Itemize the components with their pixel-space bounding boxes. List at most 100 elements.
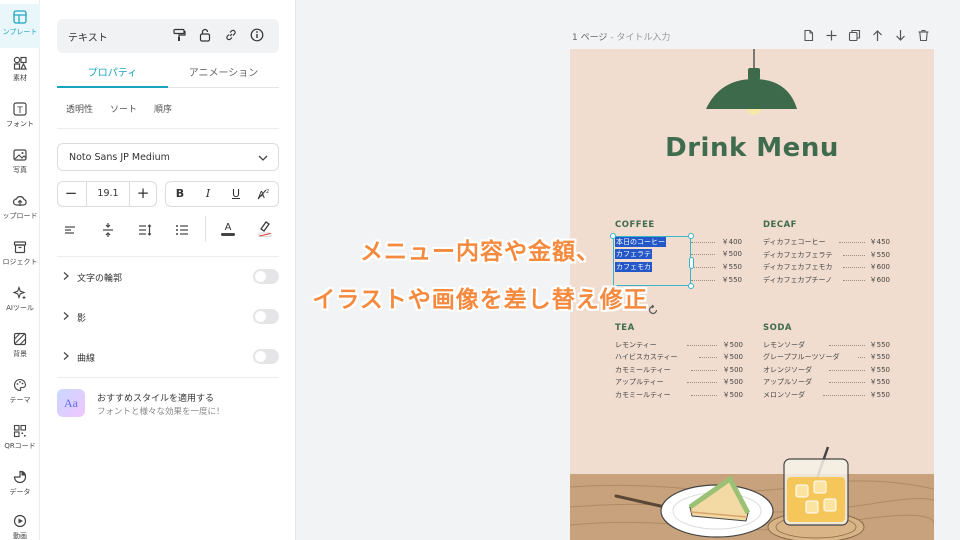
chart-icon — [13, 470, 27, 484]
rail-theme[interactable]: テーマ — [0, 372, 40, 416]
section-title-soda[interactable]: SODA — [763, 323, 792, 333]
curve-row[interactable]: 曲線 — [57, 347, 279, 367]
rail-data[interactable]: データ — [0, 464, 40, 508]
curve-toggle[interactable] — [253, 349, 279, 364]
leader-dots — [829, 382, 865, 383]
menu-item[interactable]: ハイビスカスティー ￥500 — [615, 352, 743, 364]
rail-qr-code[interactable]: QRコード — [0, 418, 40, 462]
chevron-right-icon — [63, 352, 69, 360]
panel-tabs: プロパティ アニメーション — [57, 58, 279, 88]
caption-line-2: イラストや画像を差し替え修正 — [312, 287, 648, 313]
arrow-down-icon[interactable] — [894, 29, 907, 42]
item-name: ハイビスカスティー — [615, 353, 678, 361]
page-label[interactable]: 1 ページ - タイトル入力 — [572, 30, 670, 43]
tab-animation[interactable]: アニメーション — [168, 64, 279, 79]
canvas-area: 1 ページ - タイトル入力 Drink Menu COFFEE 本日のコーヒー… — [297, 0, 960, 540]
lock-icon[interactable] — [197, 27, 213, 43]
tab-properties[interactable]: プロパティ — [57, 64, 168, 79]
font-family-value: Noto Sans JP Medium — [69, 152, 170, 163]
rail-photos[interactable]: 写真 — [0, 142, 40, 186]
divider — [57, 128, 279, 129]
item-price: ￥500 — [722, 391, 743, 399]
menu-item[interactable]: カモミールティー ￥500 — [615, 365, 743, 377]
menu-item[interactable]: レモンティー ￥500 — [615, 340, 743, 352]
italic-button[interactable]: I — [194, 187, 222, 200]
menu-item[interactable]: アップルティー ￥500 — [615, 377, 743, 389]
element-header: テキスト — [57, 19, 279, 53]
new-page-icon[interactable] — [802, 29, 815, 42]
text-icon: T — [13, 102, 27, 116]
item-name: カモミールティー — [615, 366, 671, 374]
item-name: アップルティー — [615, 378, 664, 386]
menu-item[interactable]: グレープフルーツソーダ ￥550 — [763, 352, 890, 364]
bold-button[interactable]: B — [166, 187, 194, 200]
elements-icon — [13, 56, 27, 70]
rail-video[interactable]: 動画 — [0, 508, 40, 540]
item-price: ￥500 — [722, 366, 743, 374]
element-type-label: テキスト — [68, 33, 108, 44]
font-size-stepper[interactable]: − 19.1 + — [57, 181, 157, 207]
recommended-style-card[interactable]: Aa おすすめスタイルを適用する フォントと様々な効果を一度に！ — [57, 389, 279, 419]
item-name: レモンティー — [615, 341, 657, 349]
format-painter-icon[interactable] — [171, 27, 187, 43]
property-panel: テキスト プロパティ アニメーション 透明性 ソート 順序 Noto Sans … — [40, 0, 296, 540]
info-icon[interactable] — [249, 27, 265, 43]
palette-icon — [14, 378, 27, 392]
divider — [57, 377, 279, 378]
menu-item[interactable]: オレンジソーダ ￥550 — [763, 365, 890, 377]
page-title-input[interactable]: - タイトル入力 — [607, 33, 670, 43]
recommended-style-title: おすすめスタイルを適用する — [97, 394, 215, 404]
increase-size-button[interactable]: + — [130, 182, 156, 206]
leader-dots — [829, 345, 865, 346]
section-title-decaf[interactable]: DECAF — [763, 220, 797, 230]
link-icon[interactable] — [223, 27, 239, 43]
menu-item[interactable]: カモミールティー ￥500 — [615, 390, 743, 402]
menu-item[interactable]: メロンソーダ ￥550 — [763, 390, 890, 402]
video-icon — [13, 514, 27, 528]
add-page-icon[interactable] — [825, 29, 838, 42]
leader-dots — [699, 357, 717, 358]
menu-item[interactable]: アップルソーダ ￥550 — [763, 377, 890, 389]
leader-dots — [691, 370, 717, 371]
item-name: アップルソーダ — [763, 378, 812, 386]
rail-elements[interactable]: 素材 — [0, 50, 40, 94]
item-name: グレープフルーツソーダ — [763, 353, 840, 361]
sort-option[interactable]: ソート — [110, 102, 137, 115]
item-price: ￥550 — [869, 366, 890, 374]
qr-code-icon — [13, 424, 27, 438]
leader-dots — [687, 382, 717, 383]
section-title-tea[interactable]: TEA — [615, 323, 635, 333]
decrease-size-button[interactable]: − — [58, 182, 84, 206]
caption-line-1: メニュー内容や金額、 — [360, 239, 600, 265]
opacity-option[interactable]: 透明性 — [66, 102, 93, 115]
rail-templates[interactable]: ンプレート — [0, 4, 40, 48]
duplicate-page-icon[interactable] — [848, 29, 861, 42]
menu-item[interactable]: レモンソーダ ￥550 — [763, 340, 890, 352]
page-number: 1 ページ — [572, 33, 608, 43]
font-size-value[interactable]: 19.1 — [86, 182, 130, 206]
style-badge-icon: Aa — [57, 389, 85, 417]
template-icon — [13, 10, 27, 24]
arrow-up-icon[interactable] — [871, 29, 884, 42]
left-rail: ンプレート 素材 T フォント 写真 ップロード ロジェクト AIツール 背景 … — [0, 0, 40, 540]
menu-title[interactable]: Drink Menu — [570, 133, 934, 163]
order-option[interactable]: 順序 — [154, 102, 172, 115]
item-price: ￥500 — [722, 353, 743, 361]
background-icon — [13, 332, 27, 346]
text-transform-icon[interactable]: A2 — [257, 187, 271, 201]
rail-background[interactable]: 背景 — [0, 326, 40, 370]
leader-dots — [829, 370, 865, 371]
photo-icon — [13, 149, 27, 161]
page-toolbar — [802, 29, 932, 43]
rail-fonts[interactable]: T フォント — [0, 96, 40, 140]
item-price: ￥500 — [722, 378, 743, 386]
section-title-coffee[interactable]: COFFEE — [615, 220, 655, 230]
item-price: ￥500 — [722, 341, 743, 349]
rail-upload[interactable]: ップロード — [0, 188, 40, 232]
upload-icon — [13, 196, 27, 206]
leader-dots — [691, 267, 715, 268]
underline-button[interactable]: U — [222, 187, 250, 200]
trash-icon[interactable] — [917, 29, 930, 42]
font-family-select[interactable]: Noto Sans JP Medium — [57, 143, 279, 171]
svg-text:T: T — [16, 106, 23, 116]
